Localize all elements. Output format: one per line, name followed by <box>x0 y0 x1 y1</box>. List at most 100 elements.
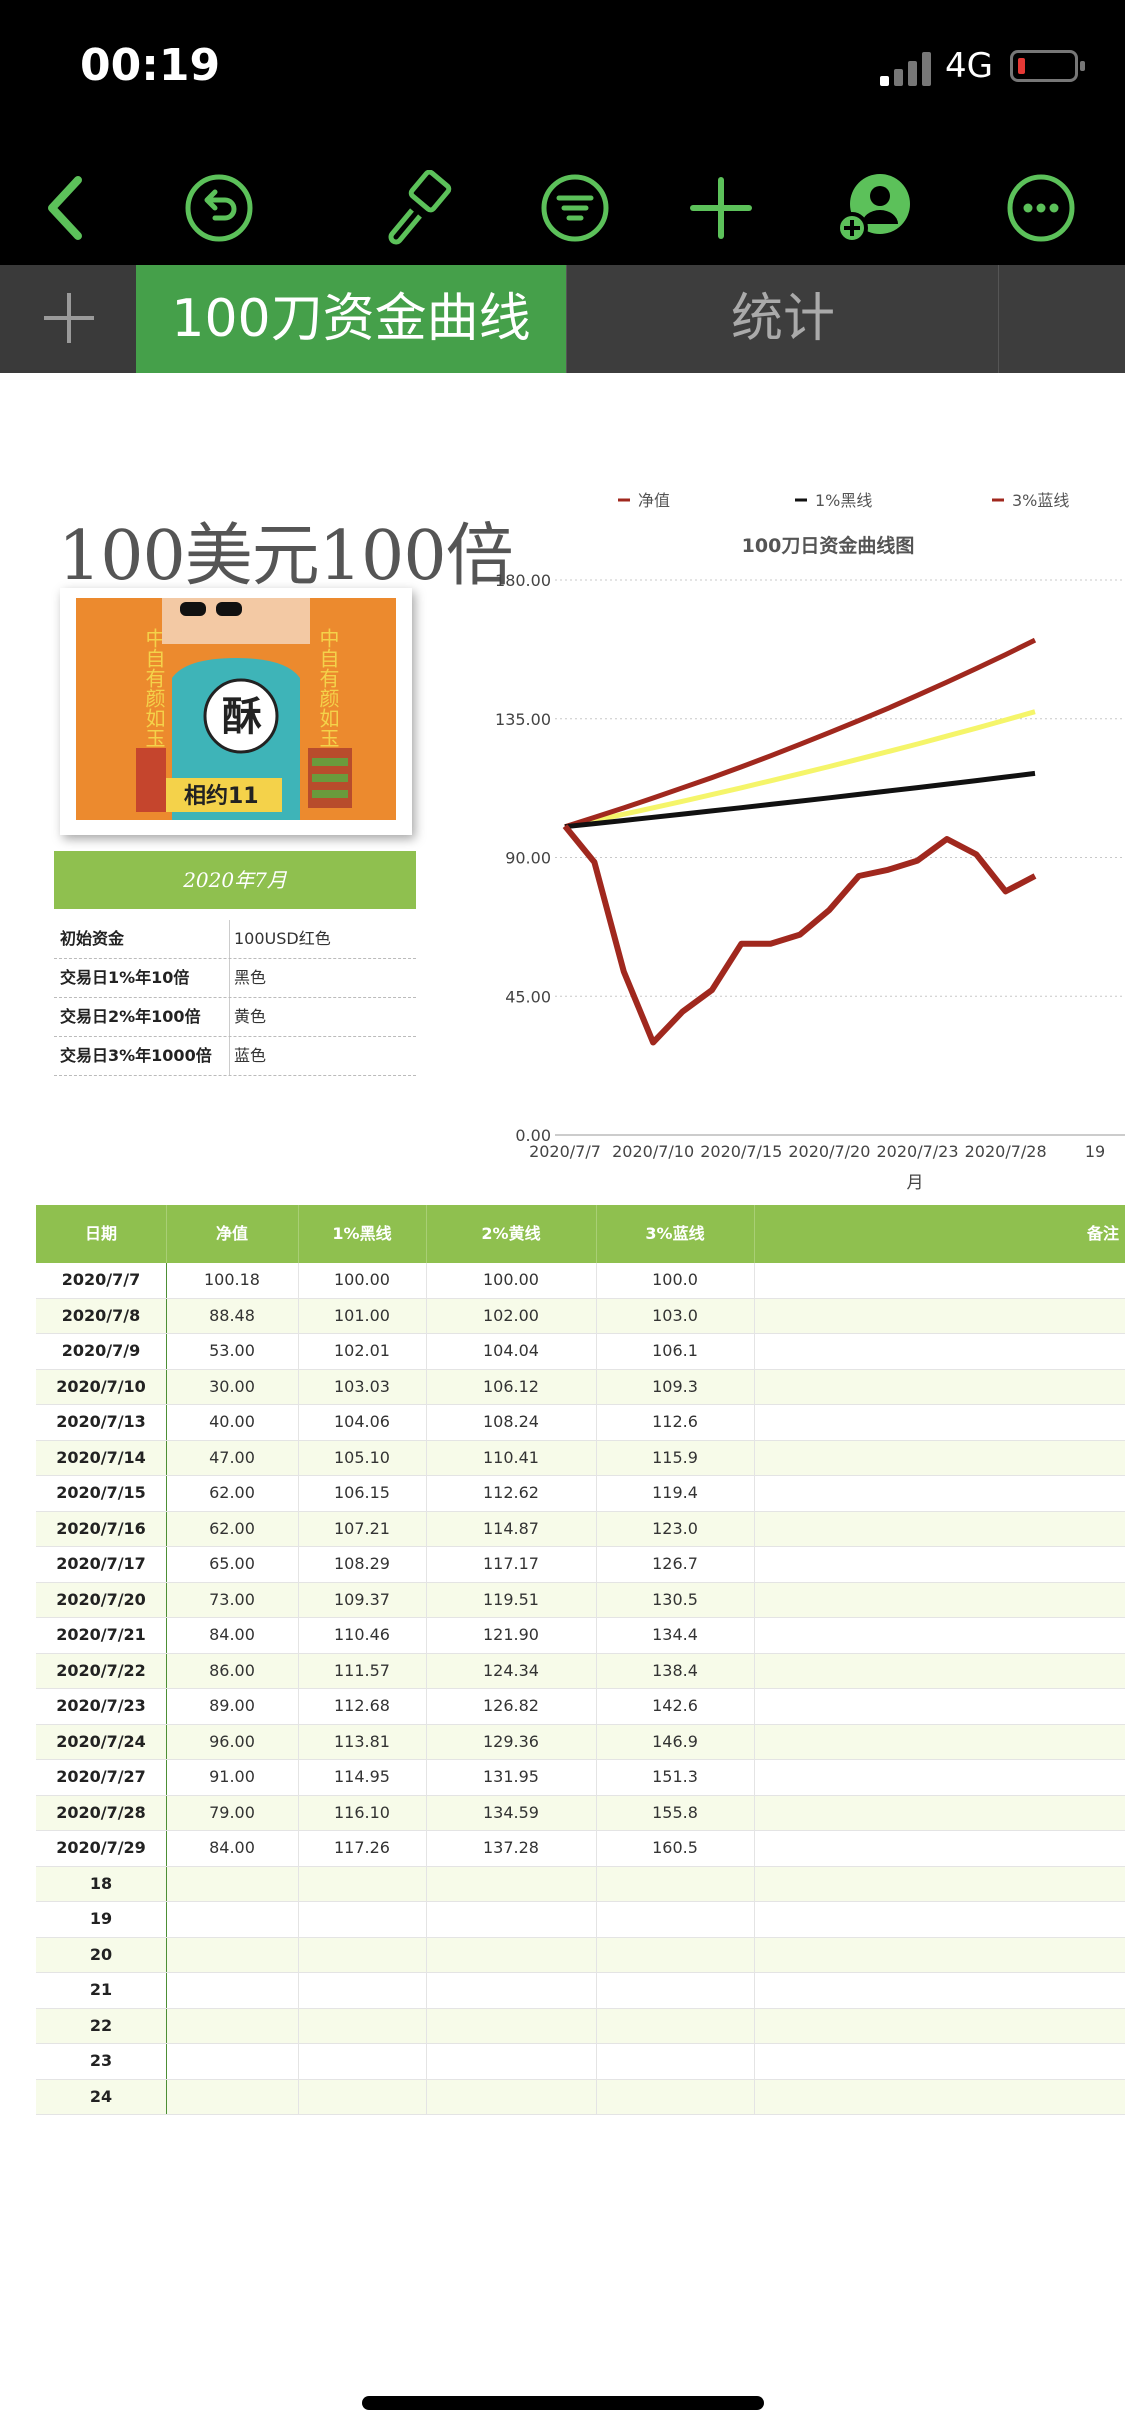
table-cell[interactable] <box>754 1973 1125 2008</box>
table-cell[interactable]: 113.81 <box>298 1724 427 1759</box>
table-cell[interactable]: 107.21 <box>298 1511 427 1546</box>
table-cell[interactable] <box>754 1831 1125 1866</box>
table-cell[interactable]: 151.3 <box>596 1760 755 1795</box>
table-cell[interactable] <box>754 1476 1125 1511</box>
row-label-cell[interactable]: 2020/7/28 <box>36 1795 167 1830</box>
column-header[interactable]: 1%黑线 <box>298 1205 427 1263</box>
table-cell[interactable]: 86.00 <box>166 1653 299 1688</box>
table-cell[interactable]: 106.15 <box>298 1476 427 1511</box>
table-cell[interactable]: 62.00 <box>166 1511 299 1546</box>
table-cell[interactable] <box>298 2008 427 2043</box>
table-cell[interactable]: 104.04 <box>426 1334 597 1369</box>
info-row[interactable]: 初始资金 100USD红色 <box>54 920 416 959</box>
table-cell[interactable]: 110.41 <box>426 1440 597 1475</box>
table-row[interactable]: 24 <box>36 2079 1125 2115</box>
table-cell[interactable] <box>754 1512 1125 1547</box>
table-cell[interactable]: 121.90 <box>426 1618 597 1653</box>
table-row[interactable]: 20 <box>36 1937 1125 1973</box>
row-label-cell[interactable]: 2020/7/9 <box>36 1334 167 1369</box>
table-cell[interactable]: 79.00 <box>166 1795 299 1830</box>
table-cell[interactable]: 106.1 <box>596 1334 755 1369</box>
table-cell[interactable]: 142.6 <box>596 1689 755 1724</box>
table-cell[interactable]: 119.4 <box>596 1476 755 1511</box>
table-cell[interactable] <box>754 1760 1125 1795</box>
table-cell[interactable] <box>754 1618 1125 1653</box>
table-cell[interactable] <box>426 1937 597 1972</box>
table-cell[interactable]: 112.6 <box>596 1405 755 1440</box>
tab-capital-curve[interactable]: 100刀资金曲线 <box>136 265 566 373</box>
table-row[interactable]: 22 <box>36 2008 1125 2044</box>
table-row[interactable]: 2020/7/10 30.00 103.03 106.12 109.3 <box>36 1369 1125 1405</box>
column-header[interactable]: 2%黄线 <box>426 1205 597 1263</box>
table-cell[interactable] <box>754 2044 1125 2079</box>
table-cell[interactable]: 53.00 <box>166 1334 299 1369</box>
row-label-cell[interactable]: 2020/7/27 <box>36 1760 167 1795</box>
table-cell[interactable] <box>298 2044 427 2079</box>
undo-icon[interactable] <box>181 170 257 246</box>
row-label-cell[interactable]: 2020/7/24 <box>36 1724 167 1759</box>
table-row[interactable]: 2020/7/28 79.00 116.10 134.59 155.8 <box>36 1795 1125 1831</box>
table-cell[interactable] <box>754 1299 1125 1334</box>
paintbrush-icon[interactable] <box>378 169 454 246</box>
table-cell[interactable]: 103.03 <box>298 1369 427 1404</box>
table-cell[interactable] <box>754 1370 1125 1405</box>
table-cell[interactable]: 117.17 <box>426 1547 597 1582</box>
table-cell[interactable] <box>754 1796 1125 1831</box>
table-row[interactable]: 18 <box>36 1866 1125 1902</box>
table-cell[interactable] <box>426 1902 597 1937</box>
column-header[interactable]: 净值 <box>166 1205 299 1263</box>
table-cell[interactable]: 114.95 <box>298 1760 427 1795</box>
table-cell[interactable]: 123.0 <box>596 1511 755 1546</box>
table-cell[interactable]: 116.10 <box>298 1795 427 1830</box>
more-icon[interactable] <box>1003 170 1079 246</box>
table-cell[interactable]: 109.3 <box>596 1369 755 1404</box>
row-label-cell[interactable]: 24 <box>36 2079 167 2114</box>
table-cell[interactable]: 84.00 <box>166 1831 299 1866</box>
table-cell[interactable]: 100.00 <box>426 1263 597 1298</box>
table-cell[interactable]: 109.37 <box>298 1582 427 1617</box>
table-cell[interactable]: 88.48 <box>166 1298 299 1333</box>
table-cell[interactable]: 91.00 <box>166 1760 299 1795</box>
table-cell[interactable] <box>426 1866 597 1901</box>
add-sheet-button[interactable] <box>0 265 136 373</box>
table-row[interactable]: 2020/7/15 62.00 106.15 112.62 119.4 <box>36 1476 1125 1512</box>
table-cell[interactable]: 100.00 <box>298 1263 427 1298</box>
table-row[interactable]: 2020/7/23 89.00 112.68 126.82 142.6 <box>36 1689 1125 1725</box>
table-cell[interactable]: 124.34 <box>426 1653 597 1688</box>
table-cell[interactable]: 131.95 <box>426 1760 597 1795</box>
row-label-cell[interactable]: 18 <box>36 1866 167 1901</box>
table-row[interactable]: 21 <box>36 1973 1125 2009</box>
table-cell[interactable]: 100.18 <box>166 1263 299 1298</box>
row-label-cell[interactable]: 22 <box>36 2008 167 2043</box>
table-cell[interactable]: 40.00 <box>166 1405 299 1440</box>
table-cell[interactable]: 104.06 <box>298 1405 427 1440</box>
table-row[interactable]: 2020/7/8 88.48 101.00 102.00 103.0 <box>36 1298 1125 1334</box>
table-row[interactable]: 2020/7/7 100.18 100.00 100.00 100.0 <box>36 1263 1125 1299</box>
table-cell[interactable]: 108.24 <box>426 1405 597 1440</box>
table-row[interactable]: 2020/7/29 84.00 117.26 137.28 160.5 <box>36 1831 1125 1867</box>
table-cell[interactable]: 102.01 <box>298 1334 427 1369</box>
row-label-cell[interactable]: 2020/7/13 <box>36 1405 167 1440</box>
table-cell[interactable] <box>298 2079 427 2114</box>
table-row[interactable]: 2020/7/20 73.00 109.37 119.51 130.5 <box>36 1582 1125 1618</box>
table-cell[interactable]: 62.00 <box>166 1476 299 1511</box>
home-indicator[interactable] <box>362 2396 764 2410</box>
row-label-cell[interactable]: 19 <box>36 1902 167 1937</box>
table-cell[interactable] <box>166 2008 299 2043</box>
table-cell[interactable]: 115.9 <box>596 1440 755 1475</box>
table-cell[interactable]: 126.7 <box>596 1547 755 1582</box>
table-cell[interactable] <box>754 1583 1125 1618</box>
column-header[interactable]: 日期 <box>36 1205 167 1263</box>
row-label-cell[interactable]: 2020/7/20 <box>36 1582 167 1617</box>
table-cell[interactable] <box>754 2080 1125 2115</box>
table-cell[interactable]: 47.00 <box>166 1440 299 1475</box>
table-cell[interactable]: 114.87 <box>426 1511 597 1546</box>
table-cell[interactable] <box>166 1902 299 1937</box>
add-icon[interactable] <box>683 170 759 246</box>
row-label-cell[interactable]: 2020/7/29 <box>36 1831 167 1866</box>
table-cell[interactable]: 110.46 <box>298 1618 427 1653</box>
photo-frame[interactable]: 中自有颜如玉 中自有颜如玉 酥 相约11 <box>60 588 412 835</box>
table-cell[interactable] <box>426 2079 597 2114</box>
table-cell[interactable] <box>426 2044 597 2079</box>
table-cell[interactable] <box>754 1867 1125 1902</box>
